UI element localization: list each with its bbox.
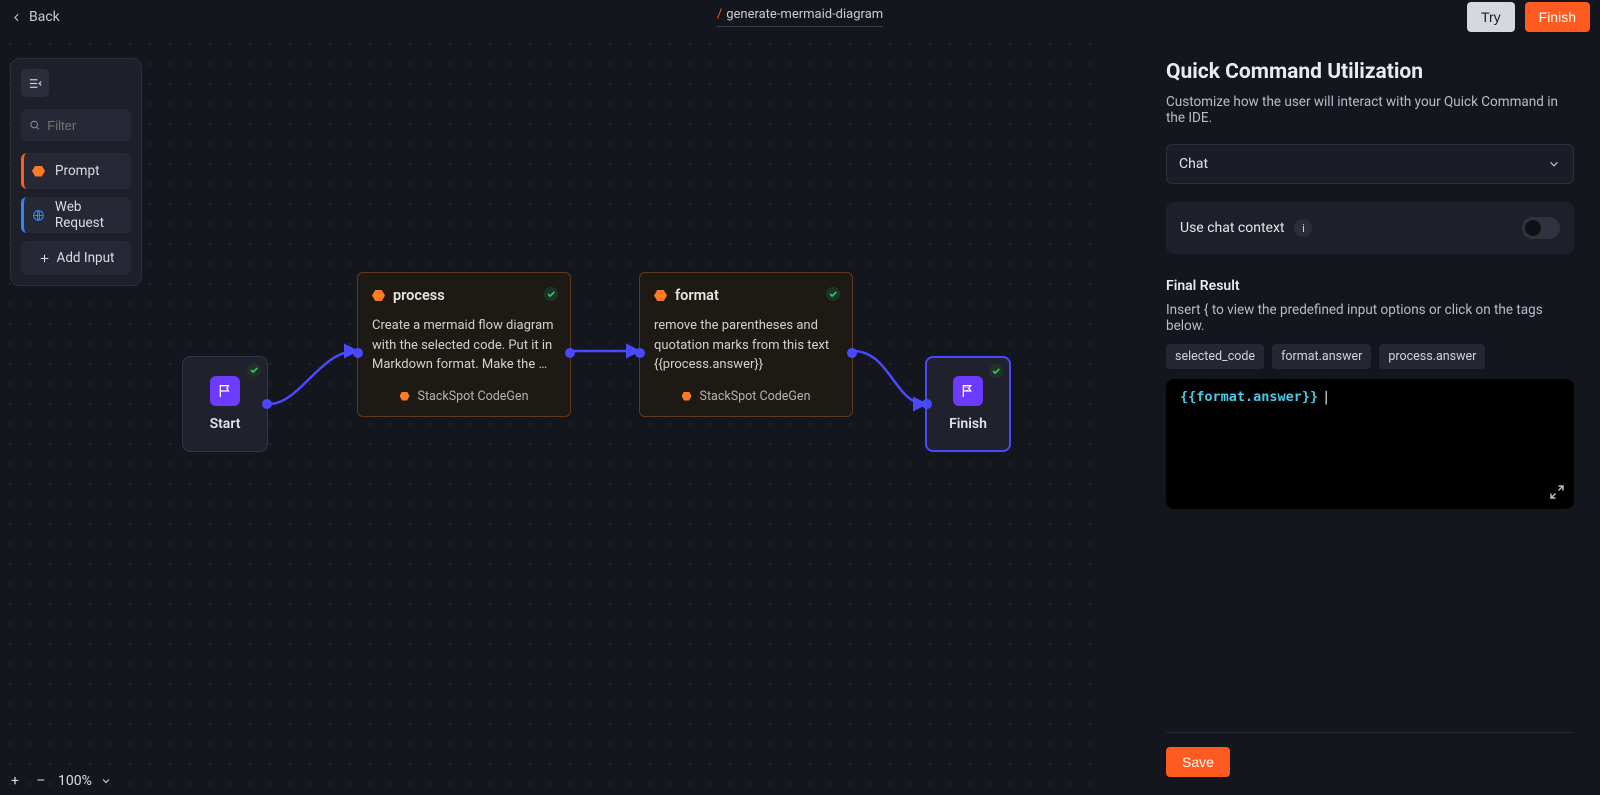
zoom-controls: + – 100% — [6, 773, 112, 789]
tag-process-answer[interactable]: process.answer — [1379, 344, 1485, 369]
hexagon-icon — [32, 166, 45, 177]
hexagon-icon — [682, 392, 692, 401]
add-input-label: Add Input — [57, 250, 115, 266]
tag-list: selected_code format.answer process.answ… — [1166, 344, 1574, 369]
use-chat-context-label: Use chat context — [1180, 220, 1284, 236]
flag-icon — [210, 376, 240, 406]
output-port[interactable] — [262, 399, 272, 409]
collapse-icon — [28, 76, 43, 91]
panel-title: Quick Command Utilization — [1166, 60, 1574, 84]
node-process[interactable]: process Create a mermaid flow diagram wi… — [357, 272, 571, 417]
editor-cursor: | — [1322, 389, 1330, 405]
breadcrumb-slash: / — [717, 7, 722, 22]
palette-item-label: Prompt — [55, 163, 100, 179]
node-description: Create a mermaid flow diagram with the s… — [372, 316, 556, 375]
tag-format-answer[interactable]: format.answer — [1272, 344, 1371, 369]
status-ok-icon — [247, 363, 261, 377]
expand-icon[interactable] — [1548, 483, 1566, 501]
plus-icon — [38, 252, 51, 265]
use-chat-context-toggle[interactable] — [1522, 217, 1560, 239]
palette-item-prompt[interactable]: Prompt — [21, 153, 131, 189]
zoom-level: 100% — [58, 773, 92, 789]
node-engine: StackSpot CodeGen — [372, 389, 556, 404]
editor-content: {{format.answer}} — [1180, 389, 1318, 405]
panel-subtitle: Customize how the user will interact wit… — [1166, 94, 1574, 126]
palette-item-web-request[interactable]: Web Request — [21, 197, 131, 233]
node-start[interactable]: Start — [182, 356, 268, 452]
flow-canvas[interactable]: Prompt Web Request Add Input Start — [0, 34, 1100, 795]
breadcrumb[interactable]: / generate-mermaid-diagram — [717, 7, 883, 27]
finish-flag-icon — [953, 376, 983, 406]
node-palette: Prompt Web Request Add Input — [10, 58, 142, 286]
utilization-select[interactable]: Chat — [1166, 144, 1574, 184]
output-port[interactable] — [847, 348, 857, 358]
input-port[interactable] — [922, 399, 932, 409]
hexagon-icon — [372, 290, 385, 301]
final-result-label: Final Result — [1166, 278, 1574, 294]
tag-selected-code[interactable]: selected_code — [1166, 344, 1264, 369]
search-icon — [29, 118, 40, 132]
zoom-out-button[interactable]: – — [32, 773, 50, 789]
collapse-palette-button[interactable] — [21, 69, 49, 97]
filter-input-wrapper[interactable] — [21, 109, 131, 141]
node-title: format — [675, 287, 719, 304]
info-icon[interactable]: i — [1294, 219, 1312, 237]
node-title: process — [393, 287, 445, 304]
final-result-editor[interactable]: {{format.answer}}| — [1166, 379, 1574, 509]
add-input-button[interactable]: Add Input — [21, 241, 131, 275]
properties-panel: Quick Command Utilization Customize how … — [1140, 34, 1600, 795]
final-result-hint: Insert { to view the predefined input op… — [1166, 302, 1574, 334]
back-button[interactable]: Back — [10, 9, 60, 25]
status-ok-icon — [544, 287, 558, 301]
filter-input[interactable] — [47, 118, 123, 133]
arrow-left-icon — [10, 11, 23, 24]
status-ok-icon — [826, 287, 840, 301]
globe-icon — [32, 208, 45, 223]
zoom-in-button[interactable]: + — [6, 773, 24, 789]
chevron-down-icon — [1547, 157, 1561, 171]
finish-button[interactable]: Finish — [1525, 2, 1590, 32]
breadcrumb-name: generate-mermaid-diagram — [726, 7, 883, 22]
status-ok-icon — [989, 364, 1003, 378]
node-finish[interactable]: Finish — [925, 356, 1011, 452]
save-button[interactable]: Save — [1166, 747, 1230, 777]
input-port[interactable] — [353, 348, 363, 358]
node-engine: StackSpot CodeGen — [654, 389, 838, 404]
input-port[interactable] — [635, 348, 645, 358]
palette-item-label: Web Request — [55, 199, 123, 231]
try-button[interactable]: Try — [1467, 2, 1515, 32]
use-chat-context-row: Use chat context i — [1166, 202, 1574, 254]
output-port[interactable] — [565, 348, 575, 358]
hexagon-icon — [654, 290, 667, 301]
back-label: Back — [29, 9, 60, 25]
select-value: Chat — [1179, 156, 1208, 172]
node-description: remove the parentheses and quotation mar… — [654, 316, 838, 375]
node-label: Finish — [949, 416, 987, 432]
node-format[interactable]: format remove the parentheses and quotat… — [639, 272, 853, 417]
node-label: Start — [210, 416, 241, 432]
hexagon-icon — [400, 392, 410, 401]
chevron-down-icon[interactable] — [100, 775, 112, 787]
